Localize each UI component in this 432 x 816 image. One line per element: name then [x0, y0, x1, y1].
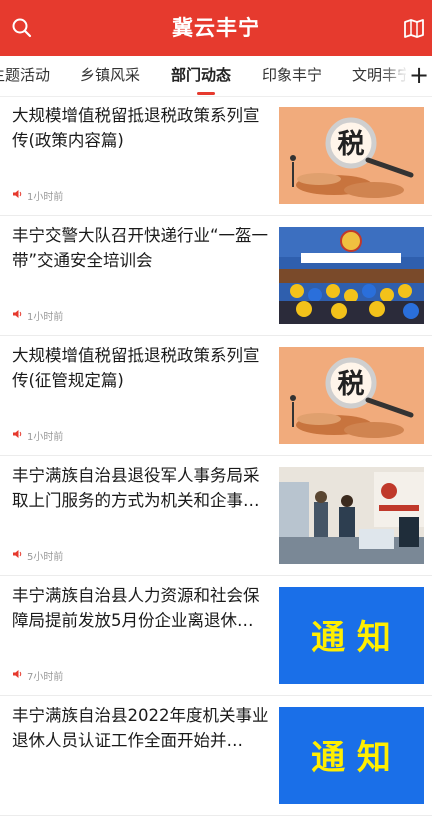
news-thumbnail[interactable]: 通 知: [279, 707, 424, 804]
speaker-icon[interactable]: [12, 189, 23, 205]
news-thumbnail[interactable]: [279, 467, 424, 564]
news-title: 丰宁交警大队召开快递行业“一盔一带”交通安全培训会: [12, 226, 269, 270]
news-time: 7小时前: [27, 672, 64, 683]
thumb-notice-text: 通 知: [311, 738, 391, 778]
news-thumbnail[interactable]: [279, 227, 424, 324]
thumb-tax-text: 税: [338, 369, 365, 400]
speaker-icon[interactable]: [12, 429, 23, 445]
speaker-icon[interactable]: [12, 309, 23, 325]
news-thumbnail[interactable]: 税: [279, 347, 424, 444]
app-header: 冀云丰宁: [0, 0, 432, 56]
map-icon[interactable]: [402, 16, 426, 40]
news-time: 1小时前: [27, 192, 64, 203]
news-meta: 1小时前: [12, 309, 63, 325]
news-item[interactable]: 丰宁满族自治县2022年度机关事业退休人员认证工作全面开始并… 通 知: [0, 697, 432, 816]
app-title: 冀云丰宁: [172, 16, 260, 40]
news-item[interactable]: 丰宁满族自治县人力资源和社会保障局提前发放5月份企业离退休… 7小时前 通 知: [0, 577, 432, 696]
thumb-tax-text: 税: [338, 129, 365, 160]
news-time: 1小时前: [27, 432, 64, 443]
add-tab-button[interactable]: +: [406, 56, 432, 96]
speaker-icon[interactable]: [12, 669, 23, 685]
news-time: 5小时前: [27, 552, 64, 563]
news-item[interactable]: 大规模增值税留抵退税政策系列宣传(征管规定篇) 1小时前 税: [0, 337, 432, 456]
news-title: 大规模增值税留抵退税政策系列宣传(征管规定篇): [12, 346, 260, 390]
news-meta: 7小时前: [12, 669, 63, 685]
news-title: 丰宁满族自治县退役军人事务局采取上门服务的方式为机关和企事…: [12, 466, 260, 510]
news-thumbnail[interactable]: 通 知: [279, 587, 424, 684]
news-item[interactable]: 丰宁满族自治县退役军人事务局采取上门服务的方式为机关和企事… 5小时前: [0, 457, 432, 576]
tabs-fade: [382, 56, 408, 96]
news-item[interactable]: 大规模增值税留抵退税政策系列宣传(政策内容篇) 1小时前 税: [0, 97, 432, 216]
tab-township[interactable]: 乡镇风采: [80, 56, 140, 96]
news-meta: 1小时前: [12, 429, 63, 445]
tab-impression[interactable]: 印象丰宁: [262, 56, 322, 96]
news-title: 大规模增值税留抵退税政策系列宣传(政策内容篇): [12, 106, 260, 150]
active-tab-indicator: [197, 92, 215, 95]
news-meta: 5小时前: [12, 549, 63, 565]
category-tabs: 主题活动 乡镇风采 部门动态 印象丰宁 文明丰宁 +: [0, 56, 432, 97]
tab-department-news[interactable]: 部门动态: [171, 56, 231, 96]
news-meta: 1小时前: [12, 189, 63, 205]
tab-theme-activity[interactable]: 主题活动: [0, 56, 50, 96]
news-item[interactable]: 丰宁交警大队召开快递行业“一盔一带”交通安全培训会 1小时前: [0, 217, 432, 336]
thumb-notice-text: 通 知: [311, 618, 391, 658]
news-title: 丰宁满族自治县人力资源和社会保障局提前发放5月份企业离退休…: [12, 586, 260, 630]
news-title: 丰宁满族自治县2022年度机关事业退休人员认证工作全面开始并…: [12, 706, 269, 750]
news-thumbnail[interactable]: 税: [279, 107, 424, 204]
news-time: 1小时前: [27, 312, 64, 323]
speaker-icon[interactable]: [12, 549, 23, 565]
